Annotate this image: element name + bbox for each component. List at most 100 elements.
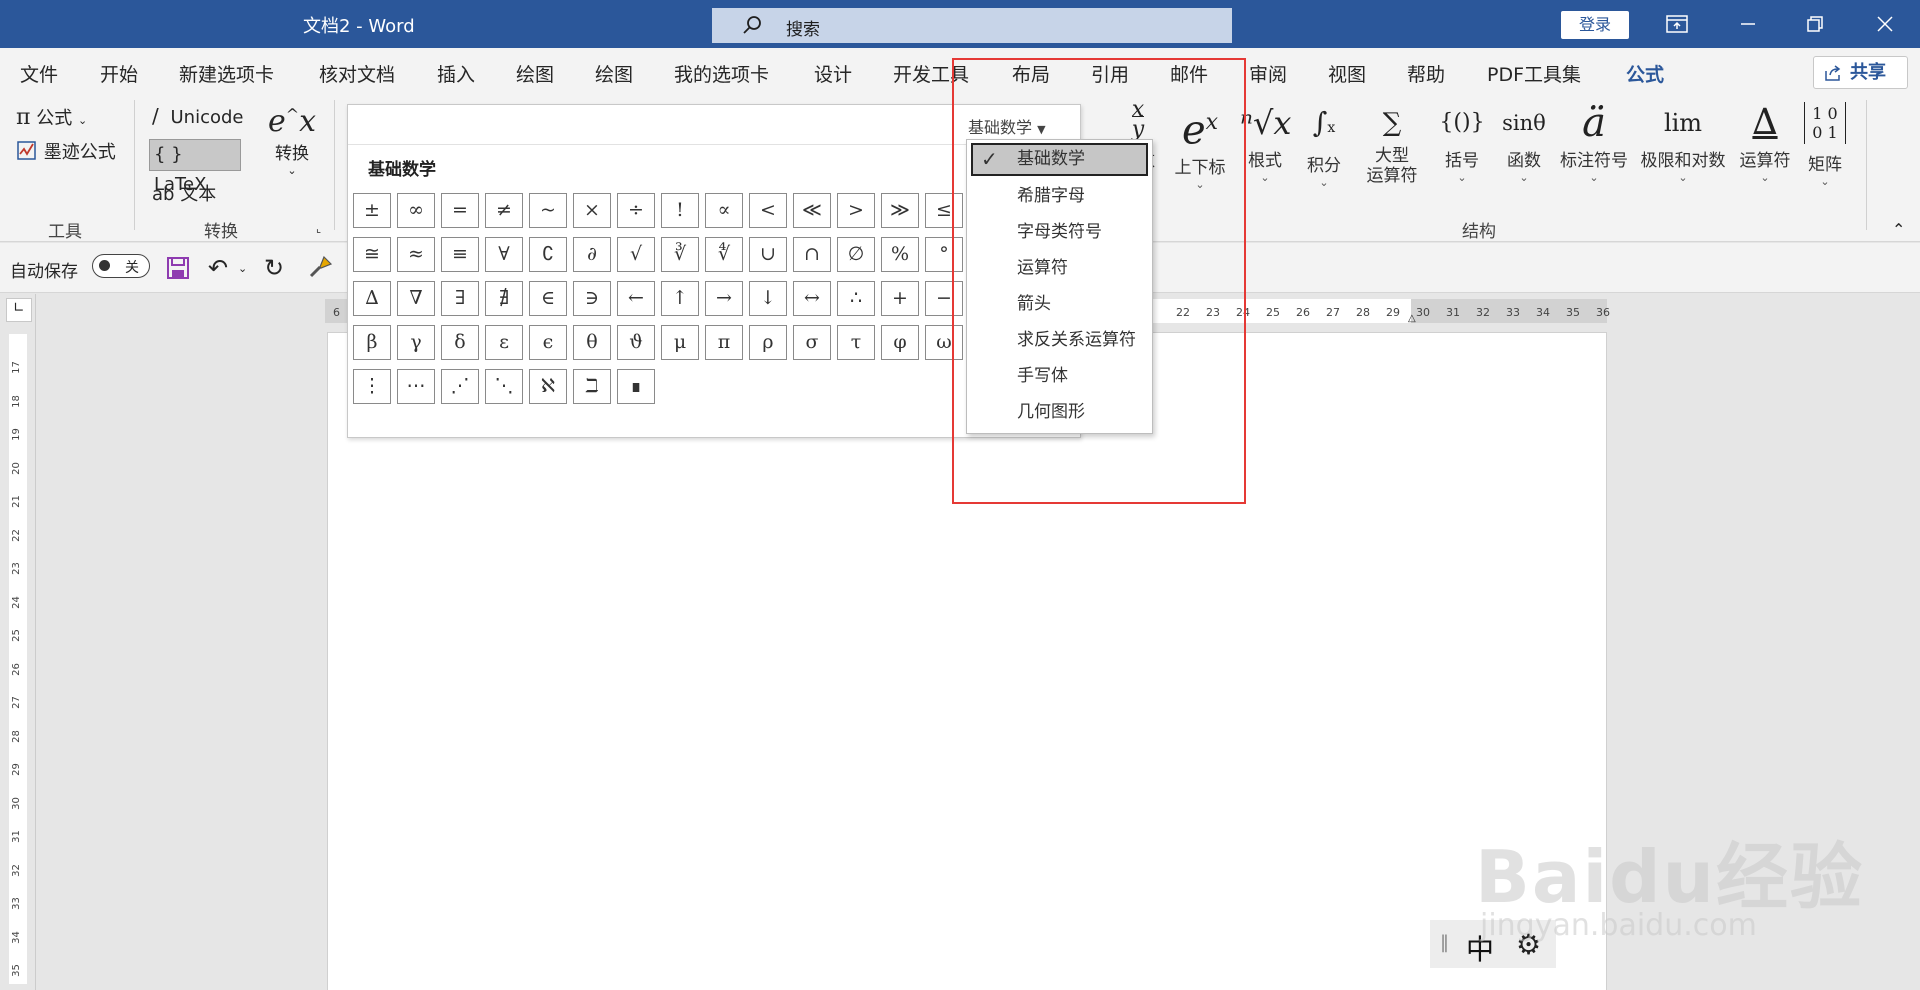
tab-home[interactable]: 开始	[100, 60, 138, 87]
insert-equation-button[interactable]: π 公式 ⌄	[16, 104, 87, 130]
login-button[interactable]: 登录	[1561, 11, 1629, 39]
tab-help[interactable]: 帮助	[1407, 60, 1445, 87]
large-operator-button[interactable]: ∑ 大型 运算符	[1354, 100, 1430, 186]
symbol-button[interactable]: ↑	[661, 281, 699, 316]
collapse-ribbon-icon[interactable]: ⌃	[1892, 220, 1905, 239]
tab-check-doc[interactable]: 核对文档	[319, 60, 395, 87]
tab-my-tab[interactable]: 我的选项卡	[674, 60, 769, 87]
matrix-button[interactable]: 1 00 1 矩阵 ⌄	[1800, 100, 1850, 188]
drag-handle-icon[interactable]: ‖	[1440, 932, 1449, 953]
symbol-button[interactable]: ∴	[837, 281, 875, 316]
symbol-button[interactable]: ≠	[485, 193, 523, 228]
tab-insert[interactable]: 插入	[437, 60, 475, 87]
symbol-button[interactable]: %	[881, 237, 919, 272]
symbol-button[interactable]: ←	[617, 281, 655, 316]
tab-equation[interactable]: 公式	[1626, 60, 1665, 95]
symbol-button[interactable]: ↓	[749, 281, 787, 316]
symbol-button[interactable]: ≅	[353, 237, 391, 272]
tab-view[interactable]: 视图	[1328, 60, 1366, 87]
symbol-button[interactable]: ∂	[573, 237, 611, 272]
undo-icon[interactable]: ↶	[208, 254, 228, 282]
limit-button[interactable]: lim 极限和对数 ⌄	[1636, 100, 1730, 184]
autosave-toggle[interactable]: 关	[92, 254, 150, 278]
symbol-button[interactable]: ∈	[529, 281, 567, 316]
indent-marker-icon[interactable]: △	[1408, 313, 1416, 324]
symbol-button[interactable]: ∆	[353, 281, 391, 316]
redo-icon[interactable]: ↻	[264, 254, 284, 282]
tab-draw-1[interactable]: 绘图	[516, 60, 554, 87]
symbol-button[interactable]: ∪	[749, 237, 787, 272]
symbol-button[interactable]: ∝	[705, 193, 743, 228]
chevron-down-icon[interactable]: ⌄	[238, 262, 247, 275]
symbol-button[interactable]: ∩	[793, 237, 831, 272]
function-button[interactable]: sinθ 函数 ⌄	[1498, 100, 1550, 184]
operator-button[interactable]: ∆ 运算符 ⌄	[1734, 100, 1796, 184]
share-button[interactable]: 共享	[1813, 56, 1908, 89]
symbol-button[interactable]: >	[837, 193, 875, 228]
symbol-button[interactable]: ±	[353, 193, 391, 228]
symbol-button[interactable]: β	[353, 325, 391, 360]
search-box[interactable]: 搜索	[712, 8, 1232, 43]
symbol-button[interactable]: ≈	[397, 237, 435, 272]
symbol-button[interactable]: ∞	[397, 193, 435, 228]
bracket-button[interactable]: {()} 括号 ⌄	[1436, 100, 1488, 184]
tab-draw-2[interactable]: 绘图	[595, 60, 633, 87]
radical-button[interactable]: ⁿ√x 根式 ⌄	[1240, 100, 1291, 184]
symbol-button[interactable]: ⋯	[397, 369, 435, 404]
symbol-button[interactable]: =	[441, 193, 479, 228]
symbol-button[interactable]: ∁	[529, 237, 567, 272]
symbol-button[interactable]: ⋮	[353, 369, 391, 404]
symbol-button[interactable]: τ	[837, 325, 875, 360]
latex-option[interactable]: { } LaTeX	[149, 139, 241, 195]
text-option[interactable]: ab 文本	[152, 180, 216, 206]
symbol-button[interactable]: ≡	[441, 237, 479, 272]
restore-icon[interactable]	[1800, 10, 1830, 38]
symbol-button[interactable]: ≫	[881, 193, 919, 228]
tab-review[interactable]: 审阅	[1249, 60, 1287, 87]
symbol-button[interactable]: √	[617, 237, 655, 272]
symbol-button[interactable]: ∎	[617, 369, 655, 404]
format-painter-icon[interactable]	[308, 254, 334, 284]
symbol-button[interactable]: ∄	[485, 281, 523, 316]
ink-equation-button[interactable]: 墨迹公式	[16, 138, 116, 164]
tab-new-tab[interactable]: 新建选项卡	[179, 60, 274, 87]
symbol-button[interactable]: <	[749, 193, 787, 228]
symbol-button[interactable]: ϵ	[529, 325, 567, 360]
symbol-button[interactable]: σ	[793, 325, 831, 360]
symbol-button[interactable]: ~	[529, 193, 567, 228]
symbol-button[interactable]: ∅	[837, 237, 875, 272]
tab-pdf-tools[interactable]: PDF工具集	[1487, 60, 1581, 87]
symbol-button[interactable]: γ	[397, 325, 435, 360]
accent-button[interactable]: ä 标注符号 ⌄	[1556, 100, 1632, 184]
unicode-option[interactable]: / Unicode	[152, 104, 243, 128]
save-icon[interactable]	[166, 256, 190, 284]
tab-design[interactable]: 设计	[814, 60, 852, 87]
symbol-button[interactable]: ∀	[485, 237, 523, 272]
symbol-button[interactable]: δ	[441, 325, 479, 360]
symbol-button[interactable]: ÷	[617, 193, 655, 228]
symbol-button[interactable]: ∇	[397, 281, 435, 316]
symbol-button[interactable]: μ	[661, 325, 699, 360]
convert-button[interactable]: e^x 转换 ⌄	[268, 104, 316, 177]
tab-file[interactable]: 文件	[20, 60, 58, 87]
symbol-button[interactable]: ℶ	[573, 369, 611, 404]
symbol-button[interactable]: !	[661, 193, 699, 228]
close-icon[interactable]	[1870, 10, 1900, 38]
ribbon-display-icon[interactable]	[1662, 10, 1692, 38]
symbol-button[interactable]: ∃	[441, 281, 479, 316]
symbol-button[interactable]: ∜	[705, 237, 743, 272]
symbol-button[interactable]: +	[881, 281, 919, 316]
symbol-button[interactable]: ρ	[749, 325, 787, 360]
dialog-launcher-icon[interactable]: ⌞	[316, 222, 321, 235]
symbol-button[interactable]: ℵ	[529, 369, 567, 404]
symbol-button[interactable]: ϑ	[617, 325, 655, 360]
symbol-button[interactable]: φ	[881, 325, 919, 360]
symbol-button[interactable]: ∋	[573, 281, 611, 316]
symbol-button[interactable]: ↔	[793, 281, 831, 316]
symbol-button[interactable]: ⋱	[485, 369, 523, 404]
minimize-icon[interactable]	[1733, 10, 1763, 38]
symbol-button[interactable]: ⋰	[441, 369, 479, 404]
tab-selector-icon[interactable]: ∟	[6, 298, 32, 322]
symbol-button[interactable]: ×	[573, 193, 611, 228]
symbol-button[interactable]: →	[705, 281, 743, 316]
